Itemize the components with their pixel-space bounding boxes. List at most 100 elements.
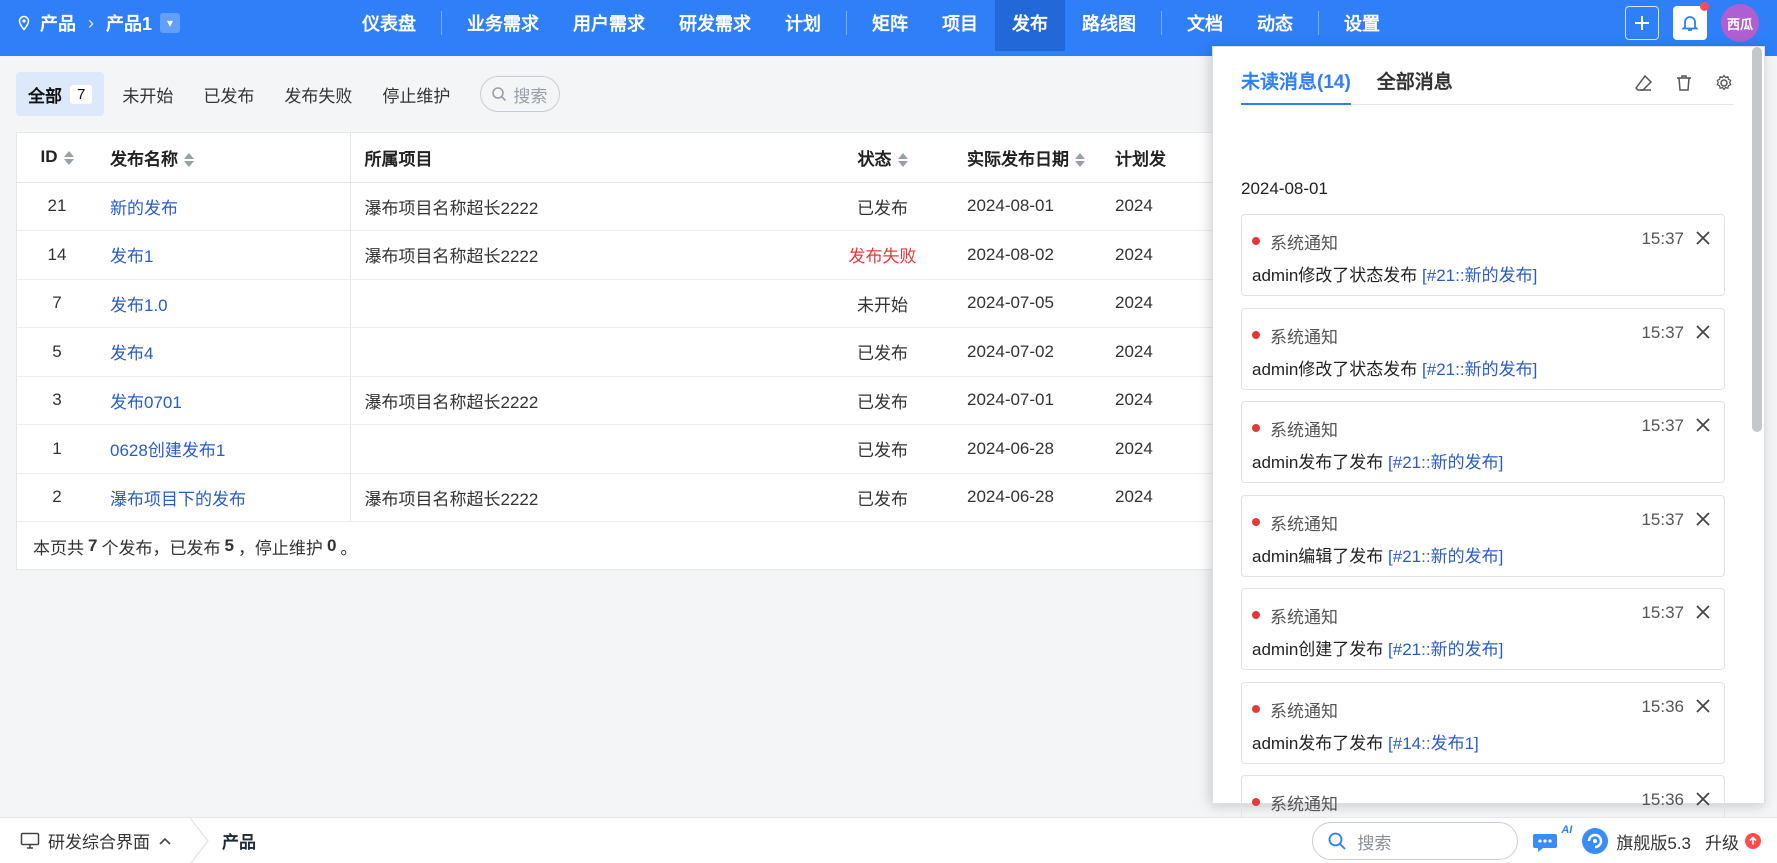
- table-row[interactable]: 3 发布0701 瀑布项目名称超长2222 已发布 2024-07-01 2024: [17, 376, 1317, 425]
- breadcrumb-root[interactable]: 产品: [40, 10, 76, 36]
- notification-date: 2024-08-01: [1241, 179, 1328, 198]
- table-header: ID 发布名称 所属项目 状态 实际发布日期 计划发: [17, 133, 1317, 183]
- nav-docs[interactable]: 文档: [1170, 0, 1240, 51]
- breadcrumb-current[interactable]: 产品1: [106, 10, 152, 36]
- notification-ref-link[interactable]: [#21::新的发布]: [1388, 453, 1503, 472]
- tab-unread[interactable]: 未读消息(14): [1241, 67, 1351, 105]
- release-link[interactable]: 新的发布: [110, 199, 178, 218]
- nav-business-req[interactable]: 业务需求: [450, 0, 556, 51]
- notification-ref-link[interactable]: [#14::发布1]: [1388, 734, 1479, 753]
- global-search[interactable]: 搜索: [1312, 822, 1519, 860]
- tab-all-messages[interactable]: 全部消息: [1377, 67, 1453, 105]
- filter-tab-released[interactable]: 已发布: [191, 72, 266, 116]
- create-button[interactable]: [1625, 6, 1659, 40]
- col-id[interactable]: ID: [17, 133, 97, 183]
- table-row[interactable]: 21 新的发布 瀑布项目名称超长2222 已发布 2024-08-01 2024: [17, 182, 1317, 231]
- release-link[interactable]: 发布1: [110, 247, 153, 266]
- notification-category: 系统通知: [1270, 514, 1338, 534]
- close-icon[interactable]: [1694, 510, 1712, 528]
- nav-divider: [1318, 11, 1319, 35]
- eraser-icon[interactable]: [1634, 73, 1654, 93]
- cell-name: 发布0701: [97, 376, 350, 425]
- table-row[interactable]: 5 发布4 已发布 2024-07-02 2024: [17, 327, 1317, 377]
- unread-dot: [1252, 330, 1260, 339]
- nav-matrix[interactable]: 矩阵: [855, 0, 925, 51]
- panel-scrollbar[interactable]: [1752, 47, 1762, 432]
- table-row[interactable]: 7 发布1.0 未开始 2024-07-05 2024: [17, 279, 1317, 328]
- notification-time: 15:36: [1641, 790, 1684, 809]
- edition-info[interactable]: 旗舰版5.3: [1580, 826, 1691, 856]
- nav-settings[interactable]: 设置: [1327, 0, 1397, 51]
- release-link[interactable]: 瀑布项目下的发布: [110, 490, 246, 509]
- sort-icon[interactable]: [184, 152, 194, 168]
- cell-status: 发布失败: [820, 230, 945, 280]
- notification-time: 15:37: [1641, 603, 1684, 622]
- chevron-down-icon[interactable]: ▾: [160, 13, 181, 33]
- workspace-switcher[interactable]: 研发综合界面: [0, 828, 172, 853]
- nav-activity[interactable]: 动态: [1240, 0, 1310, 51]
- breadcrumb: 产品 › 产品1 ▾: [16, 0, 181, 46]
- close-icon[interactable]: [1694, 416, 1712, 434]
- upgrade-button[interactable]: 升级: [1705, 829, 1761, 854]
- col-actual-date[interactable]: 实际发布日期: [945, 133, 1115, 183]
- ai-chat-icon: [1533, 834, 1558, 852]
- notification-ref-link[interactable]: [#21::新的发布]: [1422, 360, 1537, 379]
- close-icon[interactable]: [1694, 229, 1712, 247]
- nav-roadmap[interactable]: 路线图: [1065, 0, 1153, 51]
- notification-ref-link[interactable]: [#21::新的发布]: [1388, 547, 1503, 566]
- release-link[interactable]: 发布0701: [110, 393, 182, 412]
- nav-plan[interactable]: 计划: [768, 0, 838, 51]
- nav-dashboard[interactable]: 仪表盘: [345, 0, 433, 51]
- notification-card[interactable]: 系统通知 15:37 admin修改了状态发布 [#21::新的发布]: [1241, 307, 1725, 390]
- cell-actual-date: 2024-06-28: [945, 424, 1115, 474]
- cell-name: 发布4: [97, 327, 350, 377]
- workspace-label: 研发综合界面: [48, 833, 150, 852]
- avatar[interactable]: 西瓜: [1721, 4, 1759, 42]
- arrow-up-icon: [1745, 833, 1761, 849]
- cell-actual-date: 2024-07-01: [945, 376, 1115, 425]
- notification-card[interactable]: 系统通知 15:37 admin编辑了发布 [#21::新的发布]: [1241, 494, 1725, 577]
- bottom-right: 搜索 AI 旗舰版5.3 升级: [1312, 818, 1761, 863]
- sort-icon[interactable]: [897, 152, 908, 168]
- close-icon[interactable]: [1694, 323, 1712, 341]
- nav-dev-req[interactable]: 研发需求: [662, 0, 768, 51]
- sort-icon[interactable]: [1075, 152, 1085, 168]
- release-link[interactable]: 发布1.0: [110, 296, 168, 315]
- nav-divider: [1161, 11, 1162, 35]
- notification-button[interactable]: [1673, 2, 1709, 40]
- table-search[interactable]: 搜索: [480, 76, 561, 112]
- notification-ref-link[interactable]: [#21::新的发布]: [1388, 640, 1503, 659]
- count-badge: 7: [70, 84, 93, 104]
- bottom-module[interactable]: 产品: [222, 828, 256, 853]
- table-summary: 本页共 7 个发布，已发布 5 ，停止维护 0。: [33, 536, 358, 558]
- close-icon[interactable]: [1694, 697, 1712, 715]
- gear-icon[interactable]: [1714, 73, 1734, 93]
- col-name[interactable]: 发布名称: [97, 133, 350, 183]
- nav-user-req[interactable]: 用户需求: [556, 0, 662, 51]
- col-status[interactable]: 状态: [820, 133, 945, 183]
- notification-card[interactable]: 系统通知 15:37 admin创建了发布 [#21::新的发布]: [1241, 588, 1725, 670]
- release-link[interactable]: 0628创建发布1: [110, 441, 225, 460]
- table-row[interactable]: 2 瀑布项目下的发布 瀑布项目名称超长2222 已发布 2024-06-28 2024: [17, 473, 1317, 522]
- ai-assistant-button[interactable]: AI: [1532, 824, 1572, 856]
- notification-card[interactable]: 系统通知 15:37 admin修改了状态发布 [#21::新的发布]: [1241, 214, 1725, 296]
- close-icon[interactable]: [1694, 603, 1712, 621]
- filter-tab-failed[interactable]: 发布失败: [272, 72, 364, 116]
- release-link[interactable]: 发布4: [110, 344, 153, 363]
- unread-dot: [1252, 237, 1260, 245]
- notification-ref-link[interactable]: [#21::新的发布]: [1422, 266, 1537, 285]
- cell-actual-date: 2024-07-05: [945, 279, 1115, 328]
- table-row[interactable]: 14 发布1 瀑布项目名称超长2222 发布失败 2024-08-02 2024: [17, 230, 1317, 280]
- notification-card[interactable]: 系统通知 15:36admin发布了发布 [#14::发布1]: [1241, 681, 1725, 764]
- notification-tools: [1634, 73, 1734, 93]
- filter-tab-all[interactable]: 全部 7: [16, 72, 105, 116]
- close-icon[interactable]: [1694, 790, 1712, 808]
- filter-tab-not-started[interactable]: 未开始: [110, 72, 185, 116]
- trash-icon[interactable]: [1674, 73, 1694, 93]
- nav-project[interactable]: 项目: [925, 0, 995, 51]
- notification-card[interactable]: 系统通知 15:37 admin发布了发布 [#21::新的发布]: [1241, 401, 1725, 483]
- filter-tab-stopped[interactable]: 停止维护: [370, 72, 462, 116]
- nav-release[interactable]: 发布: [995, 0, 1065, 51]
- table-row[interactable]: 1 0628创建发布1 已发布 2024-06-28 2024: [17, 424, 1317, 474]
- sort-icon[interactable]: [63, 150, 74, 166]
